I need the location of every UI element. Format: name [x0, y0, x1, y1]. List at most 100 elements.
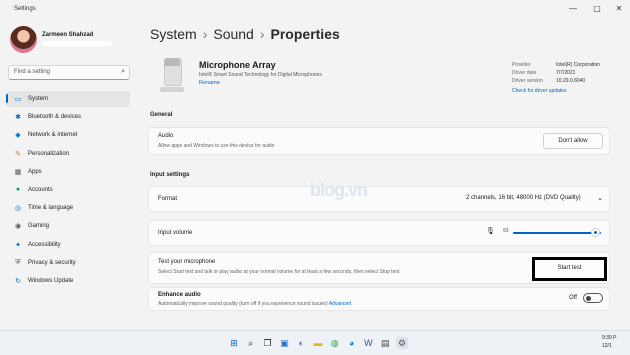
title-bar: Settings — ▢ ✕ — [0, 0, 630, 22]
sidebar-item-system[interactable]: ▭ System — [6, 91, 130, 107]
selected-indicator — [6, 94, 8, 103]
word-icon[interactable]: W — [362, 337, 374, 349]
brush-icon: ✎ — [15, 150, 21, 158]
avatar[interactable] — [10, 26, 37, 53]
sidebar-item-label: Personalization — [28, 150, 70, 157]
sidebar-item-label: Time & language — [28, 205, 74, 212]
file-explorer-icon[interactable]: ▬ — [312, 337, 324, 349]
accessibility-icon: ✦ — [15, 241, 21, 249]
provider-label: Provider — [512, 62, 531, 68]
input-volume-card: Input volume 🎙 93 — [148, 220, 610, 246]
test-microphone-title: Test your microphone — [158, 259, 216, 265]
chevron-right-icon: › — [202, 26, 208, 42]
chat-icon[interactable]: ◐ — [295, 337, 307, 349]
sidebar-item-label: Windows Update — [28, 278, 74, 284]
audio-card: Audio Allow apps and Windows to use this… — [148, 127, 610, 155]
page-title: Properties — [270, 26, 340, 42]
windows-start-icon[interactable]: ⊞ — [228, 337, 240, 349]
audio-subtitle: Allow apps and Windows to use this devic… — [158, 143, 275, 149]
apps-icon: ▦ — [14, 168, 22, 176]
sidebar-item-bluetooth-devices[interactable]: ✱ Bluetooth & devices — [6, 109, 130, 125]
sidebar-item-label: Accessibility — [28, 241, 61, 248]
person-icon: ● — [15, 186, 21, 193]
input-volume-label: Input volume — [158, 230, 193, 236]
sidebar-item-accounts[interactable]: ● Accounts — [6, 182, 130, 198]
sidebar-item-gaming[interactable]: ◉ Gaming — [6, 218, 130, 234]
sidebar-item-accessibility[interactable]: ✦ Accessibility — [6, 237, 130, 253]
volume-slider-thumb[interactable] — [590, 228, 600, 237]
sidebar-item-privacy-security[interactable]: ⛨ Privacy & security — [6, 255, 130, 271]
globe-icon: ◎ — [14, 205, 22, 213]
sidebar-item-network-internet[interactable]: ◆ Network & internet — [6, 127, 130, 143]
format-value: 2 channels, 16 bit, 48000 Hz (DVD Qualit… — [466, 195, 581, 201]
search-icon[interactable]: ⌕ — [245, 337, 257, 349]
general-section-title: General — [150, 112, 173, 118]
user-email-redacted — [42, 41, 112, 46]
chevron-down-icon: ⌄ — [597, 195, 603, 202]
widgets-icon[interactable]: ▣ — [278, 337, 290, 349]
bluetooth-icon: ✱ — [15, 114, 21, 122]
clock-date[interactable]: 12/1 — [602, 343, 612, 349]
shield-icon: ⛨ — [15, 258, 21, 266]
check-driver-updates-link[interactable]: Check for driver updates — [512, 88, 566, 94]
sidebar-item-label: Gaming — [28, 223, 50, 230]
audio-title: Audio — [158, 133, 174, 139]
close-button[interactable]: ✕ — [612, 4, 626, 13]
minimize-button[interactable]: — — [566, 4, 580, 13]
input-settings-title: Input settings — [150, 172, 190, 178]
store-icon[interactable]: ▤ — [379, 337, 391, 349]
sidebar-item-label: Privacy & security — [28, 259, 76, 266]
breadcrumb-system[interactable]: System — [150, 26, 197, 42]
test-microphone-card: Test your microphone Select Start test a… — [148, 252, 610, 284]
taskbar: ⊞ ⌕ ❐ ▣ ◐ ▬ ◍ ◕ W ▤ ⚙ 9:39 P 12/1 — [0, 330, 630, 355]
update-icon: ↻ — [15, 278, 21, 285]
sidebar-item-windows-update[interactable]: ↻ Windows Update — [6, 273, 130, 289]
sidebar-item-personalization[interactable]: ✎ Personalization — [6, 146, 130, 162]
format-card: Format 2 channels, 16 bit, 48000 Hz (DVD… — [148, 186, 610, 212]
sidebar-item-time-language[interactable]: ◎ Time & language — [6, 200, 130, 216]
enhance-audio-card: Enhance audio Automatically improve soun… — [148, 287, 610, 311]
breadcrumb-sound[interactable]: Sound — [213, 26, 253, 42]
dont-allow-button[interactable]: Don't allow — [543, 133, 603, 149]
toggle-state-label: Off — [569, 295, 577, 301]
breadcrumb: System › Sound › Properties — [150, 26, 340, 42]
settings-icon[interactable]: ⚙ — [396, 337, 408, 349]
chevron-right-icon: › — [259, 26, 265, 42]
sidebar-item-label: Apps — [28, 168, 42, 175]
search-box[interactable]: Find a setting ⌕ — [8, 65, 130, 80]
enhance-audio-toggle[interactable] — [583, 293, 603, 303]
format-label: Format — [158, 196, 178, 202]
chrome-icon[interactable]: ◍ — [329, 337, 341, 349]
test-microphone-subtitle: Select Start test and talk or play audio… — [158, 269, 400, 275]
monitor-icon: ▭ — [14, 96, 22, 103]
volume-slider-track[interactable] — [513, 232, 601, 234]
enhance-audio-title: Enhance audio — [158, 292, 201, 298]
search-icon[interactable]: ⌕ — [121, 68, 125, 76]
start-test-button[interactable]: Start test — [532, 257, 607, 281]
sidebar-item-label: Accounts — [28, 187, 53, 193]
microphone-device-icon — [160, 56, 184, 94]
maximize-button[interactable]: ▢ — [590, 4, 604, 13]
sidebar-item-label: System — [28, 96, 49, 102]
clock-time[interactable]: 9:39 P — [602, 335, 616, 341]
rename-link[interactable]: Rename — [199, 80, 220, 86]
input-volume-value: 93 — [503, 228, 509, 234]
driver-date-label: Driver date — [512, 70, 537, 76]
sidebar-item-apps[interactable]: ▦ Apps — [6, 164, 130, 180]
user-name: Zarmeen Shahzad — [42, 32, 94, 38]
device-description: Intel® Smart Sound Technology for Digita… — [199, 72, 322, 78]
microphone-icon: 🎙 — [486, 228, 495, 235]
device-name: Microphone Array — [199, 60, 276, 70]
driver-version-label: Driver version — [512, 78, 543, 84]
gamepad-icon: ◉ — [14, 223, 22, 231]
edge-icon[interactable]: ◕ — [346, 337, 358, 349]
format-dropdown[interactable]: 2 channels, 16 bit, 48000 Hz (DVD Qualit… — [461, 192, 609, 206]
start-test-label: Start test — [557, 265, 582, 271]
app-title: Settings — [14, 6, 36, 12]
task-view-icon[interactable]: ❐ — [262, 337, 274, 349]
sidebar-item-label: Bluetooth & devices — [28, 114, 82, 121]
provider-value: Intel(R) Corporation — [556, 62, 600, 68]
advanced-link[interactable]: Advanced — [329, 301, 351, 307]
search-input[interactable]: Find a setting — [14, 69, 50, 75]
toggle-knob — [586, 296, 591, 301]
